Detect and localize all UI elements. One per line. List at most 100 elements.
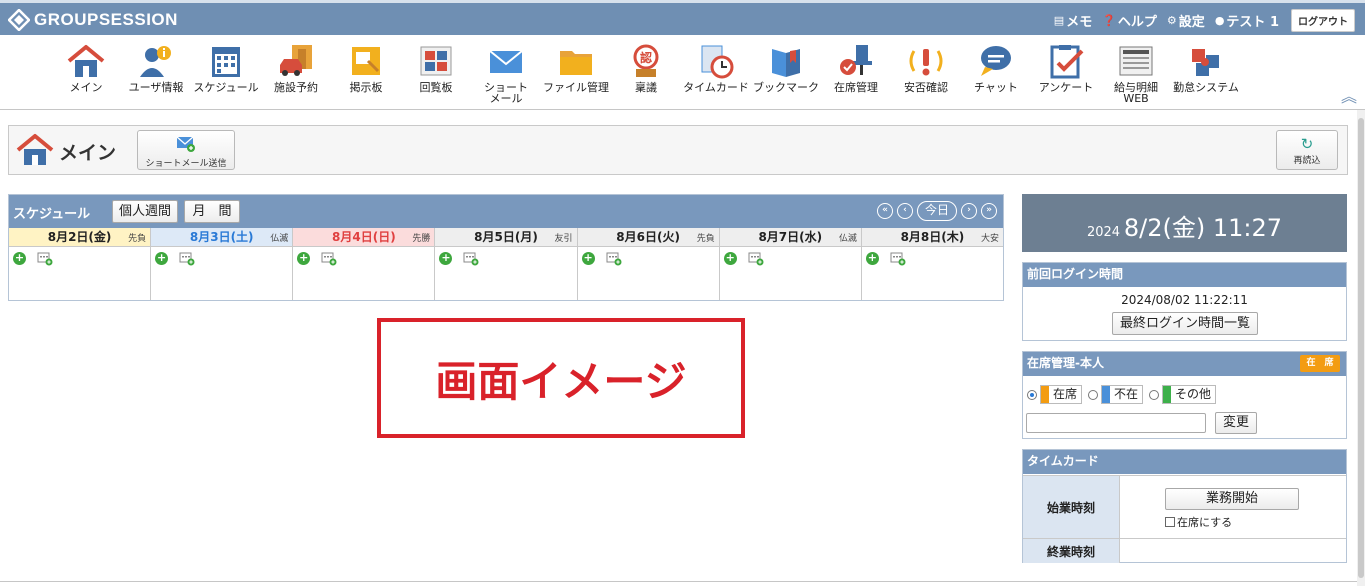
- app-bookmark[interactable]: ブックマーク: [750, 43, 822, 93]
- schedule-day-header[interactable]: 8月6日(火) 先負: [577, 228, 720, 246]
- schedule-day-cell[interactable]: +: [293, 247, 436, 300]
- add-memo-icon[interactable]: [463, 252, 479, 266]
- next-day-icon[interactable]: ›: [961, 203, 977, 219]
- add-memo-icon[interactable]: [37, 252, 53, 266]
- app-facility[interactable]: 施設予約: [260, 43, 332, 93]
- groupsession-logo[interactable]: GROUPSESSION: [8, 7, 178, 33]
- add-memo-icon[interactable]: [748, 252, 764, 266]
- app-bulletin[interactable]: 掲示板: [330, 43, 402, 93]
- add-schedule-icon[interactable]: +: [297, 252, 311, 265]
- day-rokuyo: 大安: [980, 234, 999, 244]
- set-present-checkbox[interactable]: 在席にする: [1165, 514, 1232, 530]
- schedule-day-cell[interactable]: +: [9, 247, 152, 300]
- schedule-day-header[interactable]: 8月2日(金) 先負: [9, 228, 152, 246]
- schedule-day-header[interactable]: 8月3日(土) 仏滅: [151, 228, 294, 246]
- app-mail[interactable]: ショート メール: [470, 43, 542, 104]
- home-icon: [66, 43, 106, 79]
- last-login-time: 2024/08/02 11:22:11: [1121, 293, 1248, 307]
- add-schedule-icon[interactable]: +: [155, 252, 169, 265]
- schedule-day-cell[interactable]: +: [720, 247, 862, 300]
- app-attendance[interactable]: 勤怠システム: [1170, 43, 1242, 93]
- shortmail-send-button[interactable]: ショートメール送信: [137, 130, 235, 170]
- schedule-day-cell[interactable]: +: [151, 247, 294, 300]
- add-schedule-icon[interactable]: +: [439, 252, 453, 265]
- schedule-day-header[interactable]: 8月8日(木) 大安: [861, 228, 1003, 246]
- presence-badge[interactable]: 在 席: [1300, 355, 1340, 372]
- timecard-start-row: 始業時刻 業務開始 在席にする: [1023, 475, 1346, 538]
- login-history-button[interactable]: 最終ログイン時間一覧: [1112, 312, 1258, 335]
- app-label: ファイル管理: [543, 81, 609, 94]
- app-survey[interactable]: アンケート: [1030, 43, 1102, 93]
- month-button[interactable]: 月 間: [184, 200, 240, 223]
- checkbox-box[interactable]: [1165, 517, 1175, 527]
- app-approval-stamp[interactable]: 認稟議: [610, 43, 682, 93]
- day-date: 8月6日(火): [616, 230, 680, 244]
- prev-day-icon[interactable]: ‹: [896, 203, 913, 219]
- add-memo-icon[interactable]: [321, 252, 337, 266]
- start-work-button[interactable]: 業務開始: [1165, 488, 1299, 510]
- add-memo-icon[interactable]: [606, 252, 622, 266]
- presence-comment-input[interactable]: [1026, 413, 1206, 433]
- app-label: ショート メール: [484, 81, 528, 105]
- add-memo-icon[interactable]: [179, 252, 195, 266]
- presence-change-button[interactable]: 変更: [1215, 412, 1257, 434]
- schedule-day-header[interactable]: 8月7日(水) 仏滅: [719, 228, 862, 246]
- today-button[interactable]: 今日: [916, 201, 957, 221]
- personal-week-button[interactable]: 個人週間: [112, 200, 178, 223]
- app-chat[interactable]: チャット: [960, 43, 1032, 93]
- prev-week-icon[interactable]: «: [876, 203, 893, 219]
- app-folder[interactable]: ファイル管理: [540, 43, 612, 93]
- reload-icon: ↻: [1300, 135, 1314, 153]
- presence-radio[interactable]: [1027, 389, 1037, 400]
- presence-option-label: その他: [1175, 387, 1212, 401]
- add-schedule-icon[interactable]: +: [581, 252, 595, 265]
- schedule-panel: スケジュール 個人週間 月 間 « ‹ 今日 › » 8月2日(金) 先負 8月3日…: [8, 194, 1004, 301]
- add-memo-icon[interactable]: [890, 252, 906, 266]
- memo-link[interactable]: ▤ メモ: [1054, 11, 1092, 30]
- help-icon: ❓: [1102, 14, 1116, 27]
- memo-icon: ▤: [1053, 14, 1065, 27]
- add-schedule-icon[interactable]: +: [865, 252, 879, 265]
- add-schedule-icon[interactable]: +: [723, 252, 737, 265]
- app-presence[interactable]: 在席管理: [820, 43, 892, 93]
- main-title-bar: メイン ショートメール送信 ↻ 再読込: [8, 125, 1348, 175]
- app-payslip[interactable]: 給与明細 WEB: [1100, 43, 1172, 104]
- presence-radio[interactable]: [1149, 389, 1160, 400]
- payslip-icon: [1116, 43, 1156, 79]
- presence-option-label: 不在: [1114, 387, 1139, 401]
- add-schedule-icon[interactable]: +: [13, 252, 26, 265]
- safety-icon: [906, 43, 946, 79]
- logout-button[interactable]: ログアウト: [1291, 9, 1355, 32]
- user-link[interactable]: ● テスト 1: [1215, 11, 1279, 30]
- schedule-day-header[interactable]: 8月4日(日) 先勝: [293, 228, 436, 246]
- day-rokuyo: 友引: [554, 234, 573, 244]
- schedule-day-cell[interactable]: +: [435, 247, 578, 300]
- schedule-day-cell[interactable]: +: [862, 247, 1003, 300]
- page-scrollbar[interactable]: [1357, 110, 1365, 586]
- app-home[interactable]: メイン: [50, 43, 122, 93]
- presence-option[interactable]: 不在: [1088, 385, 1144, 404]
- presence-option[interactable]: その他: [1149, 385, 1217, 404]
- page-title: メイン: [59, 142, 117, 164]
- bookmark-icon: [766, 43, 806, 79]
- presence-option[interactable]: 在席: [1027, 385, 1083, 404]
- collapse-nav-icon[interactable]: ︽: [1341, 83, 1357, 107]
- settings-link[interactable]: ⚙ 設定: [1167, 11, 1205, 30]
- schedule-day-cell[interactable]: +: [578, 247, 720, 300]
- help-link[interactable]: ❓ ヘルプ: [1102, 11, 1157, 30]
- day-date: 8月4日(日): [332, 230, 396, 244]
- app-safety[interactable]: 安否確認: [890, 43, 962, 93]
- scrollbar-thumb[interactable]: [1358, 118, 1364, 578]
- schedule-day-header[interactable]: 8月5日(月) 友引: [435, 228, 578, 246]
- app-user-info[interactable]: ユーザ情報: [120, 43, 192, 93]
- app-circular[interactable]: 回覧板: [400, 43, 472, 93]
- app-label: メイン: [69, 81, 103, 94]
- app-timecard[interactable]: タイムカード: [680, 43, 752, 93]
- app-label: 勤怠システム: [1173, 81, 1239, 94]
- presence-color-bar: [1041, 386, 1049, 403]
- next-week-icon[interactable]: »: [981, 203, 997, 219]
- app-calendar[interactable]: スケジュール: [190, 43, 262, 93]
- app-label: 施設予約: [274, 81, 318, 94]
- reload-button[interactable]: ↻ 再読込: [1276, 130, 1338, 170]
- presence-radio[interactable]: [1088, 389, 1099, 400]
